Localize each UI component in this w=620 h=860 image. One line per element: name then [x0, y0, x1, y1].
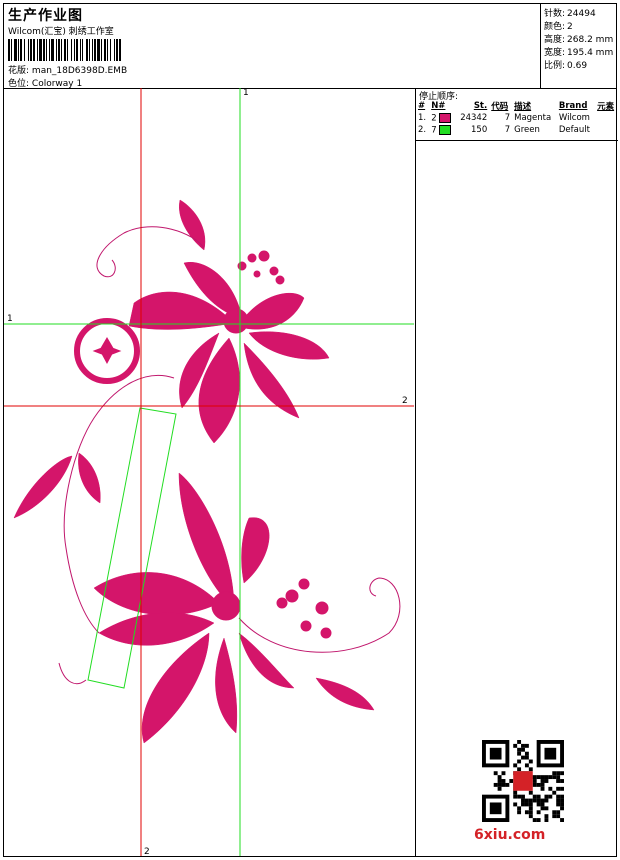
design-file-label: 花版: [8, 66, 30, 76]
col-brand: Brand [558, 101, 588, 111]
stamen-dot [258, 250, 270, 262]
vine-swirl [238, 577, 401, 653]
guide-label-green-h: 1 [7, 314, 13, 324]
lower-flower-center [211, 591, 241, 621]
vine-swirl [58, 662, 87, 685]
design-canvas: 1 1 2 2 [4, 88, 414, 857]
studio-name: Wilcom(汇宝) 刺绣工作室 [8, 27, 114, 37]
stamen-dot [300, 620, 312, 632]
lower-flower-petal [98, 612, 215, 646]
panel-divider [416, 140, 618, 141]
stamen-dot [320, 627, 332, 639]
stop-sequence-panel: 停止顺序: # N# St. 代码 描述 Brand 元素 1. 2 24342… [415, 88, 618, 856]
stop-sequence-table: # N# St. 代码 描述 Brand 元素 1. 2 24342 7 Mag… [416, 100, 618, 136]
design-stats: 针数: 24494 颜色: 2 高度: 268.2 mm 宽度: 195.4 mm 比例… [540, 4, 618, 88]
qr-code-icon [482, 740, 564, 822]
leaf [315, 677, 375, 711]
col-element: 元素 [597, 102, 615, 112]
table-row: 2. 7 150 7 Green Default [418, 124, 590, 136]
upper-flower-petal [248, 331, 330, 360]
page-title: 生产作业图 [8, 8, 83, 24]
leaf [13, 455, 73, 519]
lower-flower-petal [241, 517, 270, 584]
col-index: # [418, 101, 426, 111]
lower-flower-petal [215, 637, 238, 734]
watermark-site: 6xiu.com [474, 827, 546, 843]
leaf [78, 452, 101, 504]
lower-flower-petal [141, 632, 210, 744]
stamen-dot [269, 266, 279, 276]
medallion-flower [92, 337, 122, 365]
green-stop-outline [87, 407, 177, 689]
stat-stitches: 针数: 24494 [544, 9, 596, 19]
stamen-dot [275, 275, 285, 285]
stamen-dot [247, 253, 257, 263]
barcode-bar [121, 39, 122, 61]
col-needle: N# [431, 101, 446, 111]
upper-flower-center [223, 308, 249, 334]
stat-colors: 颜色: 2 [544, 22, 573, 32]
table-header-row: # N# St. 代码 描述 Brand 元素 [416, 100, 618, 112]
color-swatch-green [439, 124, 452, 135]
header-info: 生产作业图 Wilcom(汇宝) 刺绣工作室 花版: man_18D6398D.… [4, 4, 540, 89]
stat-width: 宽度: 195.4 mm [544, 48, 614, 58]
leaf [179, 199, 206, 251]
guide-label-red-v: 2 [144, 847, 150, 857]
stamen-dot [253, 270, 261, 278]
table-row: 1. 2 24342 7 Magenta Wilcom [418, 112, 590, 124]
design-file-value: man_18D6398D.EMB [31, 66, 128, 76]
guide-label-green-v: 1 [243, 88, 249, 98]
lower-flower-petal [238, 632, 295, 689]
stamen-dot [315, 601, 329, 615]
design-file-line: 花版: man_18D6398D.EMB [8, 63, 127, 76]
col-desc: 描述 [514, 102, 532, 112]
color-swatch-magenta [439, 112, 452, 123]
lower-flower-petal [93, 572, 220, 616]
stat-scale: 比例: 0.69 [544, 61, 588, 71]
stat-height: 高度: 268.2 mm [544, 35, 614, 45]
guide-label-red-h: 2 [402, 396, 408, 406]
stamen-dot [276, 597, 288, 609]
embroidery-preview [4, 88, 414, 856]
barcode [8, 39, 186, 61]
stamen-dot [298, 578, 310, 590]
col-code: 代码 [491, 102, 509, 112]
col-stitches: St. [473, 101, 488, 111]
stamen-dot [285, 589, 299, 603]
stamen-dot [237, 261, 247, 271]
